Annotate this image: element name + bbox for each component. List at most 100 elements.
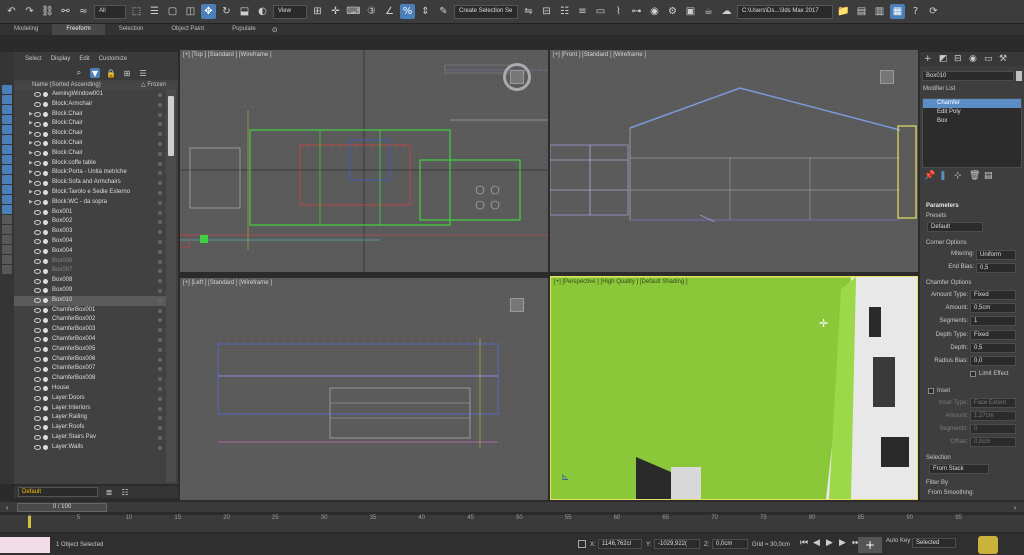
select-rotate-icon[interactable]: ↻ [219, 4, 234, 19]
window-crossing-icon[interactable]: ◫ [183, 4, 198, 19]
list-item[interactable]: Box006 [14, 257, 166, 267]
bind-space-warp-icon[interactable]: ≈ [76, 4, 91, 19]
motion-tab-icon[interactable]: ◉ [969, 54, 978, 64]
list-item[interactable]: ChamferBox007 [14, 364, 166, 374]
freeze-toggle-icon[interactable] [158, 239, 162, 244]
limit-effect-checkbox[interactable] [970, 371, 976, 377]
visibility-eye-icon[interactable] [34, 131, 41, 137]
visibility-eye-icon[interactable] [34, 92, 41, 98]
freeze-toggle-icon[interactable] [158, 171, 162, 176]
list-item[interactable]: Layer:Walls [14, 443, 166, 453]
play-icon[interactable]: ▶ [826, 539, 835, 548]
x-coordinate-field[interactable]: 1146,762cl [598, 539, 642, 549]
key-mode-dropdown[interactable]: Selected [912, 538, 956, 548]
freeze-toggle-icon[interactable] [158, 259, 162, 264]
make-unique-icon[interactable]: ⊹ [954, 172, 963, 181]
freeze-toggle-icon[interactable] [158, 318, 162, 323]
list-item[interactable]: ▶ Block:Chair [14, 139, 166, 149]
lock-icon[interactable] [2, 265, 12, 274]
list-item[interactable]: Box010 [14, 295, 166, 306]
inset-checkbox[interactable] [928, 388, 934, 394]
list-item[interactable]: ChamferBox006 [14, 355, 166, 365]
inset-amount-field[interactable]: 1,27cm [970, 411, 1016, 421]
expand-arrow-icon[interactable]: ▶ [29, 110, 33, 120]
layer-explorer-icon[interactable]: ≡ [575, 4, 590, 19]
freeze-toggle-icon[interactable] [158, 200, 162, 205]
freeze-toggle-icon[interactable] [158, 377, 162, 382]
display-all-toggle-icon[interactable] [2, 215, 12, 224]
list-item[interactable]: ▶ Block:Porta - Unità metriche [14, 168, 166, 178]
display-groups-icon[interactable] [2, 155, 12, 164]
layer-icon[interactable]: ☰ [138, 68, 148, 78]
viewcube-icon[interactable] [880, 70, 894, 84]
viewport-perspective[interactable]: [+] [Perspective ] [High Quality ] [Defa… [550, 276, 918, 500]
display-tab-icon[interactable]: ▭ [984, 54, 993, 64]
freeze-toggle-icon[interactable] [158, 298, 162, 303]
display-frozen-icon[interactable] [2, 195, 12, 204]
angle-snap-icon[interactable]: ∠ [382, 4, 397, 19]
display-bones-icon[interactable] [2, 175, 12, 184]
curve-editor-icon[interactable]: ⌇ [611, 4, 626, 19]
list-scrollbar-thumb[interactable] [168, 96, 174, 156]
prev-frame-icon[interactable]: ‹ [2, 503, 12, 512]
visibility-eye-icon[interactable] [34, 249, 41, 255]
prev-key-icon[interactable]: ◀ [813, 539, 822, 548]
segments-field[interactable]: 1 [970, 316, 1016, 326]
next-key-icon[interactable]: ▶ [839, 539, 848, 548]
visibility-eye-icon[interactable] [34, 170, 41, 176]
time-slider-track[interactable] [0, 502, 1024, 512]
freeze-toggle-icon[interactable] [158, 279, 162, 284]
display-shapes-icon[interactable] [2, 105, 12, 114]
schematic-view-icon[interactable]: ⊶ [629, 4, 644, 19]
freeze-toggle-icon[interactable] [158, 220, 162, 225]
stack-item-chamfer[interactable]: Chamfer [923, 99, 1021, 108]
parameters-rollout[interactable]: Parameters [926, 203, 959, 209]
tab-freeform[interactable]: Freeform [52, 24, 105, 35]
stack-item-edit-poly[interactable]: Edit Poly [923, 108, 1021, 117]
depth-field[interactable]: 0,5 [970, 343, 1016, 353]
freeze-toggle-icon[interactable] [158, 328, 162, 333]
menu-select[interactable]: Select [25, 56, 42, 62]
freeze-toggle-icon[interactable] [158, 288, 162, 293]
amount-type-dropdown[interactable]: Fixed [970, 290, 1016, 300]
freeze-toggle-icon[interactable] [158, 102, 162, 107]
current-layer-dropdown[interactable]: Default [18, 487, 98, 497]
pivot-center-icon[interactable]: ⊞ [310, 4, 325, 19]
viewport-left[interactable]: [+] [Left ] [Standard ] [Wireframe ] [180, 278, 548, 500]
expand-arrow-icon[interactable]: ▶ [29, 168, 33, 178]
visibility-eye-icon[interactable] [34, 102, 41, 108]
visibility-eye-icon[interactable] [34, 111, 41, 117]
list-item[interactable]: ▶ Block:Tavolo e Sedie Esterno [14, 188, 166, 198]
freeze-toggle-icon[interactable] [158, 445, 162, 450]
folder-icon[interactable]: 📁 [836, 4, 851, 19]
filter-funnel-icon[interactable]: ▼ [90, 68, 100, 78]
tab-modeling[interactable]: Modeling [0, 24, 52, 35]
display-containers-icon[interactable] [2, 185, 12, 194]
freeze-toggle-icon[interactable] [158, 347, 162, 352]
modifier-list-dropdown[interactable]: Modifier List [923, 86, 955, 92]
freeze-toggle-icon[interactable] [158, 269, 162, 274]
track-bar[interactable]: 05101520253035404550556065707580859095 [0, 515, 1024, 532]
expand-arrow-icon[interactable]: ▶ [29, 139, 33, 149]
select-object-icon[interactable]: ⬚ [129, 4, 144, 19]
active-viewport-icon[interactable]: ▦ [890, 4, 905, 19]
edit-named-sel-icon[interactable]: ✎ [436, 4, 451, 19]
visibility-eye-icon[interactable] [34, 298, 41, 304]
freeze-toggle-icon[interactable] [158, 190, 162, 195]
freeze-toggle-icon[interactable] [158, 386, 162, 391]
presets-dropdown[interactable]: Default [927, 222, 983, 232]
selection-filter-dropdown[interactable]: All [94, 4, 126, 19]
visibility-eye-icon[interactable] [34, 366, 41, 372]
expand-arrow-icon[interactable]: ▶ [29, 178, 33, 188]
column-frozen[interactable]: △ Frozen [141, 81, 166, 90]
freeze-toggle-icon[interactable] [158, 426, 162, 431]
filter-icon[interactable] [2, 255, 12, 264]
visibility-eye-icon[interactable] [34, 268, 41, 274]
select-scale-icon[interactable]: ⬓ [237, 4, 252, 19]
viewport-front[interactable]: [+] [Front ] [Standard ] [Wireframe ] [550, 50, 918, 272]
visibility-eye-icon[interactable] [34, 288, 41, 294]
freeze-toggle-icon[interactable] [158, 357, 162, 362]
freeze-toggle-icon[interactable] [158, 367, 162, 372]
project-path-field[interactable]: C:\Users\Ds...\3ds Max 2017 [737, 4, 833, 19]
expand-arrow-icon[interactable]: ▶ [29, 188, 33, 198]
